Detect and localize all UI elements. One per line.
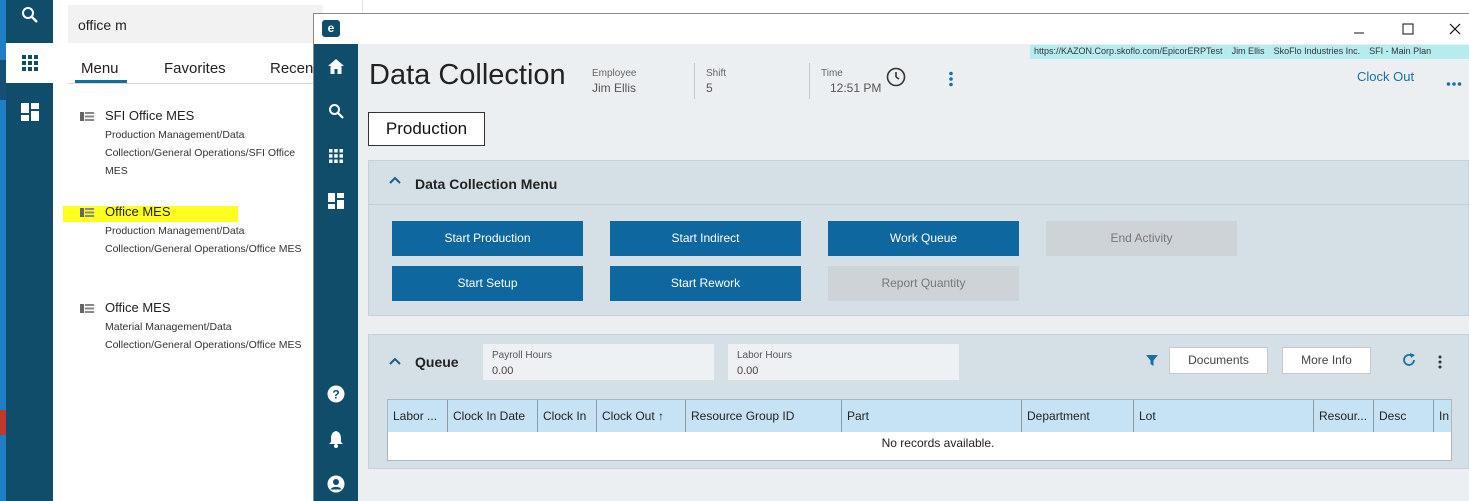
- window-more-icon[interactable]: [1446, 74, 1462, 92]
- filter-icon[interactable]: [1146, 354, 1158, 372]
- queue-card: Queue Payroll Hours 0.00 Labor Hours 0.0…: [368, 334, 1469, 469]
- card-title: Data Collection Menu: [415, 176, 558, 192]
- user-account-icon[interactable]: [314, 469, 358, 499]
- session-user: Jim Ellis: [1231, 46, 1265, 56]
- column-header[interactable]: Clock In: [538, 400, 597, 432]
- tab-menu[interactable]: Menu: [81, 60, 119, 77]
- end-activity-button[interactable]: End Activity: [1046, 221, 1237, 256]
- payroll-hours-field: Payroll Hours 0.00: [483, 344, 714, 380]
- labor-hours-label: Labor Hours: [737, 350, 793, 361]
- clock-icon[interactable]: [886, 67, 906, 92]
- clock-out-link[interactable]: Clock Out: [1357, 69, 1414, 84]
- work-queue-button[interactable]: Work Queue: [828, 221, 1019, 256]
- card-title: Queue: [415, 354, 459, 370]
- search-icon[interactable]: [6, 0, 53, 35]
- session-plant: SFI - Main Plan: [1369, 46, 1432, 56]
- menu-item-title: SFI Office MES: [105, 108, 195, 123]
- maximize-icon[interactable]: [1398, 20, 1418, 38]
- session-company: SkoFlo Industries Inc.: [1273, 46, 1361, 56]
- payroll-hours-label: Payroll Hours: [492, 350, 553, 361]
- menu-search-input[interactable]: office m: [68, 5, 323, 43]
- header-separator: [809, 63, 810, 99]
- column-header[interactable]: Department: [1022, 400, 1134, 432]
- column-header-sorted[interactable]: Clock Out ↑: [597, 400, 686, 432]
- column-header[interactable]: Lot: [1134, 400, 1314, 432]
- minimize-icon[interactable]: [1349, 20, 1369, 38]
- form-icon: [80, 112, 94, 121]
- menu-item-path: Material Management/Data Collection/Gene…: [105, 321, 302, 351]
- menu-item-path: Production Management/Data Collection/Ge…: [105, 225, 302, 255]
- column-header[interactable]: Resour...: [1314, 400, 1374, 432]
- window-titlebar: e: [314, 14, 1469, 44]
- apps-grid-icon[interactable]: [6, 43, 53, 83]
- header-overflow-menu-icon[interactable]: [948, 71, 954, 92]
- time-value: 12:51 PM: [830, 81, 882, 95]
- time-label: Time: [821, 68, 843, 79]
- empty-grid-message: No records available.: [881, 436, 995, 450]
- card-header: Data Collection Menu: [369, 161, 1468, 205]
- queue-grid: Labor ... Clock In Date Clock In Clock O…: [387, 399, 1452, 461]
- page-title: Data Collection: [369, 59, 566, 91]
- menu-item-title: Office MES: [105, 204, 171, 219]
- header-separator: [694, 63, 695, 99]
- dashboard-icon[interactable]: [6, 92, 53, 132]
- outer-nav-rail: [6, 0, 53, 501]
- tab-recent[interactable]: Recent: [270, 60, 318, 77]
- apps-grid-icon[interactable]: [314, 141, 358, 171]
- more-info-button[interactable]: More Info: [1282, 347, 1371, 374]
- home-icon[interactable]: [314, 51, 358, 81]
- server-url: https://KAZON.Corp.skoflo.com/EpicorERPT…: [1034, 46, 1223, 56]
- menu-item-title: Office MES: [105, 300, 171, 315]
- app-nav-rail: ?: [314, 44, 358, 501]
- shift-label: Shift: [706, 68, 727, 79]
- notifications-bell-icon[interactable]: [314, 424, 358, 454]
- refresh-icon[interactable]: [1402, 353, 1416, 372]
- payroll-hours-value: 0.00: [492, 365, 514, 377]
- data-collection-menu-card: Data Collection Menu Start Production St…: [368, 160, 1469, 316]
- column-header[interactable]: Resource Group ID: [686, 400, 842, 432]
- form-icon: [80, 304, 94, 313]
- employee-value: Jim Ellis: [592, 81, 636, 95]
- start-production-button[interactable]: Start Production: [392, 221, 583, 256]
- form-icon: [80, 208, 94, 217]
- column-header[interactable]: Labor ...: [388, 400, 448, 432]
- close-icon[interactable]: [1445, 20, 1465, 38]
- search-icon[interactable]: [314, 96, 358, 126]
- tab-favorites[interactable]: Favorites: [164, 60, 226, 77]
- column-header[interactable]: Part: [842, 400, 1022, 432]
- employee-label: Employee: [592, 68, 637, 79]
- svg-text:?: ?: [332, 388, 339, 402]
- menu-item-path: Production Management/Data Collection/Ge…: [105, 129, 296, 177]
- data-collection-window: e ? https://KAZON.Corp.skoflo.com/Epicor…: [313, 13, 1469, 501]
- shift-value: 5: [706, 81, 713, 95]
- labor-hours-field: Labor Hours 0.00: [728, 344, 959, 380]
- labor-hours-value: 0.00: [737, 365, 759, 377]
- start-rework-button[interactable]: Start Rework: [610, 266, 801, 301]
- column-header[interactable]: Desc: [1374, 400, 1434, 432]
- production-button[interactable]: Production: [368, 112, 485, 146]
- epicor-logo-icon: e: [322, 20, 340, 37]
- queue-overflow-menu-icon[interactable]: [1437, 355, 1443, 374]
- start-indirect-button[interactable]: Start Indirect: [610, 221, 801, 256]
- start-setup-button[interactable]: Start Setup: [392, 266, 583, 301]
- documents-button[interactable]: Documents: [1169, 347, 1268, 374]
- chevron-up-icon[interactable]: [389, 355, 401, 367]
- dashboard-icon[interactable]: [314, 186, 358, 216]
- column-header[interactable]: In: [1434, 400, 1451, 432]
- chevron-up-icon[interactable]: [389, 174, 401, 186]
- help-icon[interactable]: ?: [314, 379, 358, 409]
- column-header[interactable]: Clock In Date: [448, 400, 538, 432]
- session-info-bar: https://KAZON.Corp.skoflo.com/EpicorERPT…: [1030, 45, 1469, 59]
- report-quantity-button[interactable]: Report Quantity: [828, 266, 1019, 301]
- grid-header: Labor ... Clock In Date Clock In Clock O…: [388, 400, 1451, 432]
